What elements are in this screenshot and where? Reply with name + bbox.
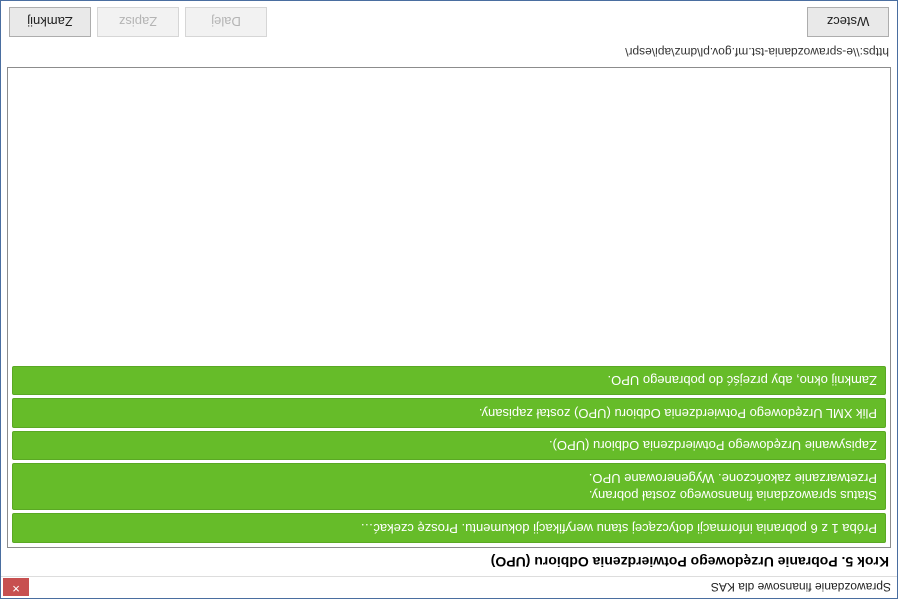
step-heading: Krok 5. Pobranie Urzędowego Potwierdzeni… [7,548,891,572]
window-close-button[interactable]: ✕ [3,579,29,597]
close-button[interactable]: Zamknij [9,7,91,37]
log-item: Status sprawozdania finansowego został p… [12,463,886,510]
log-item: Plik XML Urzędowego Potwierdzenia Odbior… [12,398,886,428]
log-item: Zamknij okno, aby przejść do pobranego U… [12,366,886,396]
dialog-window: Sprawozdanie finansowe dla KAS ✕ Krok 5.… [0,0,898,599]
dialog-content: Krok 5. Pobranie Urzędowego Potwierdzeni… [1,1,897,576]
close-icon: ✕ [12,583,20,593]
log-item: Próba 1 z 6 pobrania informacji dotycząc… [12,513,886,543]
title-bar: Sprawozdanie finansowe dla KAS ✕ [1,576,897,598]
save-button: Zapisz [97,7,179,37]
button-bar: Wstecz Dalej Zapisz Zamknij [7,5,891,41]
service-url: https:\\e-sprawozdania-tst.mf.gov.pl\dmz… [7,41,891,67]
window-title: Sprawozdanie finansowe dla KAS [29,581,891,595]
log-item: Zapisywanie Urzędowego Potwierdzenia Odb… [12,431,886,461]
back-button[interactable]: Wstecz [807,7,889,37]
status-log: Próba 1 z 6 pobrania informacji dotycząc… [7,67,891,548]
next-button: Dalej [185,7,267,37]
